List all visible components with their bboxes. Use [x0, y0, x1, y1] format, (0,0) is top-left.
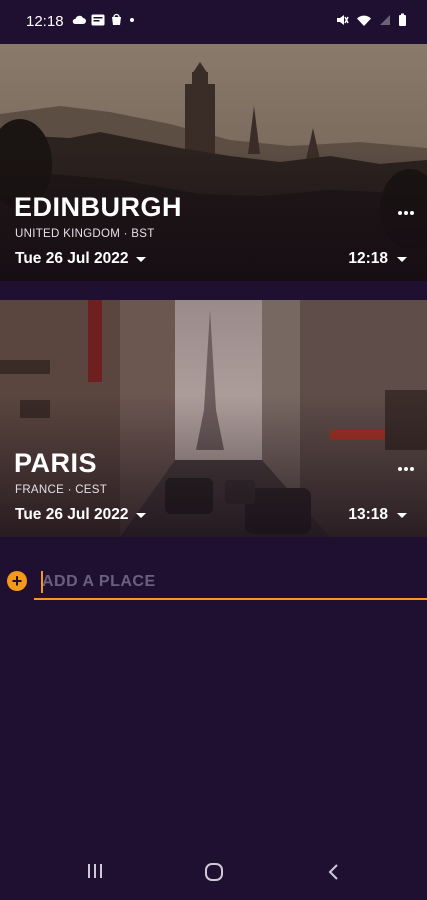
signal-icon — [380, 15, 390, 25]
navigation-bar — [0, 848, 427, 900]
city-country-timezone: UNITED KINGDOM · BST — [15, 228, 155, 240]
chevron-down-icon — [397, 256, 407, 262]
news-icon — [91, 14, 105, 25]
recent-apps-icon[interactable] — [86, 862, 104, 880]
date-value: Tue 26 Jul 2022 — [15, 250, 129, 267]
more-options-icon[interactable] — [398, 467, 414, 471]
add-circle-icon[interactable]: + — [7, 571, 27, 591]
chevron-down-icon — [136, 256, 147, 262]
time-value: 13:18 — [348, 506, 388, 523]
place-card-paris[interactable]: PARIS FRANCE · CEST Tue 26 Jul 2022 13:1… — [0, 300, 427, 537]
city-country-timezone: FRANCE · CEST — [15, 484, 108, 496]
date-selector[interactable]: Tue 26 Jul 2022 — [15, 506, 147, 524]
city-name: EDINBURGH — [14, 192, 183, 222]
date-value: Tue 26 Jul 2022 — [15, 506, 129, 523]
shopping-bag-icon — [112, 13, 121, 25]
paris-photo — [0, 300, 427, 537]
place-card-edinburgh[interactable]: EDINBURGH UNITED KINGDOM · BST Tue 26 Ju… — [0, 44, 427, 281]
chevron-down-icon — [397, 512, 407, 518]
date-selector[interactable]: Tue 26 Jul 2022 — [15, 250, 147, 268]
edinburgh-photo — [0, 44, 427, 281]
city-name: PARIS — [14, 448, 98, 478]
more-options-icon[interactable] — [398, 211, 414, 215]
battery-icon — [399, 13, 406, 26]
mute-icon — [337, 15, 349, 25]
back-icon[interactable] — [326, 862, 342, 882]
text-cursor — [41, 571, 43, 593]
time-selector[interactable]: 13:18 — [348, 506, 407, 524]
dot-icon — [130, 17, 134, 22]
status-time: 12:18 — [26, 13, 64, 30]
home-icon[interactable] — [204, 862, 224, 882]
cloud-icon — [72, 15, 86, 24]
add-place-input[interactable] — [34, 566, 427, 600]
status-bar: 12:18 — [0, 0, 427, 44]
time-value: 12:18 — [348, 250, 388, 267]
chevron-down-icon — [136, 512, 147, 518]
add-place-row: + — [0, 560, 427, 602]
wifi-icon — [357, 15, 371, 26]
time-selector[interactable]: 12:18 — [348, 250, 407, 268]
